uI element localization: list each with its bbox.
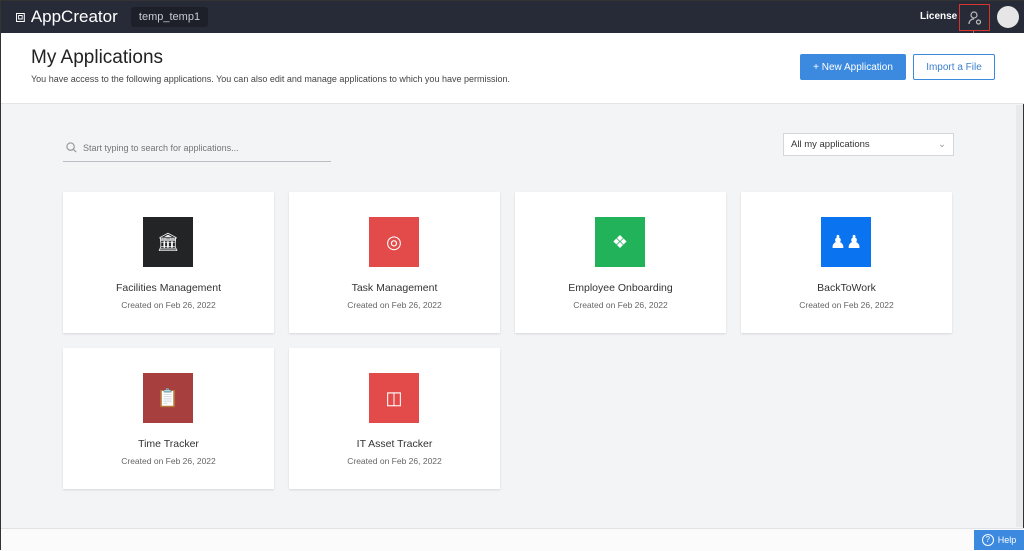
plus-icon: +	[813, 61, 822, 73]
user-settings-button[interactable]	[959, 4, 990, 31]
app-logo[interactable]: ⧈ AppCreator	[15, 7, 118, 27]
app-icon-tile: 🏛	[143, 217, 193, 267]
new-application-button[interactable]: + New Application	[800, 54, 906, 80]
import-file-button[interactable]: Import a File	[913, 54, 995, 80]
help-button[interactable]: ? Help	[974, 530, 1024, 550]
search-icon	[66, 142, 77, 153]
user-gear-icon	[967, 10, 981, 25]
page-header: My Applications You have access to the f…	[1, 33, 1024, 104]
app-created-date: Created on Feb 26, 2022	[799, 300, 894, 310]
app-created-date: Created on Feb 26, 2022	[347, 300, 442, 310]
app-created-date: Created on Feb 26, 2022	[121, 300, 216, 310]
license-link[interactable]: License	[920, 11, 957, 22]
app-name: Task Management	[351, 282, 438, 294]
app-created-date: Created on Feb 26, 2022	[121, 456, 216, 466]
clipboard-clock-icon: 📋	[156, 387, 180, 408]
app-name: Employee Onboarding	[568, 282, 673, 294]
footer	[1, 528, 1024, 551]
page-subtitle: You have access to the following applica…	[31, 74, 510, 84]
network-icon: ❖	[611, 231, 629, 252]
question-icon: ?	[981, 534, 994, 546]
workspace-selector[interactable]: temp_temp1	[131, 7, 208, 27]
app-icon-tile: 📋	[143, 373, 193, 423]
team-icon: ♟♟	[829, 231, 863, 252]
app-created-date: Created on Feb 26, 2022	[347, 456, 442, 466]
app-icon-tile: ◫	[369, 373, 419, 423]
chevron-down-icon: ⌄	[938, 139, 946, 150]
app-name: Facilities Management	[115, 282, 222, 294]
logo-icon: ⧈	[15, 7, 26, 26]
app-card[interactable]: ♟♟ BackToWork Created on Feb 26, 2022	[741, 192, 952, 333]
app-name: Time Tracker	[138, 438, 199, 450]
app-card[interactable]: ❖ Employee Onboarding Created on Feb 26, 2…	[515, 192, 726, 333]
search-input[interactable]	[83, 142, 323, 153]
app-icon-tile: ❖	[595, 217, 645, 267]
app-card[interactable]: ◎ Task Management Created on Feb 26, 2022	[289, 192, 500, 333]
search-bar	[63, 134, 331, 162]
devices-icon: ◫	[385, 387, 403, 408]
top-bar: ⧈ AppCreator temp_temp1 License	[1, 1, 1024, 99]
app-name: IT Asset Tracker	[356, 438, 433, 450]
app-icon-tile: ♟♟	[821, 217, 871, 267]
page-title: My Applications	[31, 47, 164, 68]
avatar[interactable]	[997, 6, 1019, 28]
bank-icon: 🏛	[156, 231, 180, 252]
app-name: BackToWork	[817, 282, 876, 294]
target-icon: ◎	[386, 231, 402, 252]
app-filter-dropdown[interactable]: All my applications ⌄	[783, 133, 954, 156]
app-card[interactable]: 🏛 Facilities Management Created on Feb 26,…	[63, 192, 274, 333]
app-icon-tile: ◎	[369, 217, 419, 267]
app-card[interactable]: ◫ IT Asset Tracker Created on Feb 26, 2022	[289, 348, 500, 489]
app-card[interactable]: 📋 Time Tracker Created on Feb 26, 2022	[63, 348, 274, 489]
app-created-date: Created on Feb 26, 2022	[573, 300, 668, 310]
scrollbar[interactable]	[1016, 105, 1023, 527]
